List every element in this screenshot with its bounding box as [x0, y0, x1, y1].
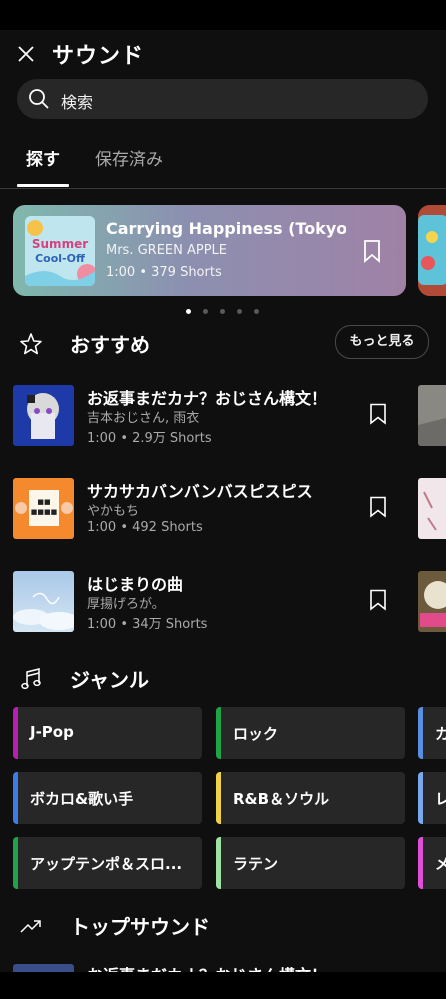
- genre-chip[interactable]: ラテン: [216, 837, 405, 889]
- tab-indicator: [17, 184, 69, 187]
- carousel-indicator: [186, 309, 266, 317]
- featured-artwork-image: Summer Cool-Off: [25, 216, 95, 286]
- genre-color-bar: [418, 837, 423, 889]
- genre-label: カ: [435, 725, 446, 743]
- genre-label: J-Pop: [30, 723, 74, 741]
- genre-color-bar: [418, 772, 423, 824]
- recommended-section-header: おすすめ もっと見る: [0, 325, 446, 365]
- genre-chip[interactable]: レ: [418, 772, 446, 824]
- bookmark-icon[interactable]: [369, 403, 387, 425]
- genre-label: ボカロ&歌い手: [30, 790, 134, 808]
- genre-chip[interactable]: メ: [418, 837, 446, 889]
- list-item[interactable]: ■■ ■■■■ サカサカバンバンバスピスピス やかもち 1:00 • 492 S…: [0, 478, 446, 544]
- star-icon: [20, 333, 42, 355]
- genre-color-bar: [13, 772, 18, 824]
- tab-bar: 探す 保存済み: [0, 140, 446, 189]
- sound-artist: やかもち: [87, 504, 140, 519]
- music-note-icon: [21, 668, 41, 690]
- carousel-dot: [254, 309, 259, 314]
- search-placeholder: 検索: [61, 93, 94, 112]
- carousel-dot: [237, 309, 242, 314]
- genre-label: ラテン: [233, 855, 279, 873]
- sound-title: サカサカバンバンバスピスピス: [87, 482, 313, 501]
- list-item[interactable]: お返事まだカナ？おじさん構文！ 吉本おじさん, 雨衣 1:00 • 2.9万 S…: [0, 385, 446, 451]
- bookmark-icon[interactable]: [361, 239, 383, 263]
- genre-chip[interactable]: ロック: [216, 707, 405, 759]
- top-sounds-section-header: トップサウンド: [0, 907, 446, 947]
- sound-thumbnail: [13, 964, 74, 972]
- carousel-dot-active: [186, 309, 191, 314]
- featured-artwork-next: [418, 205, 446, 296]
- sound-thumbnail: [13, 571, 74, 632]
- genre-color-bar: [418, 707, 423, 759]
- tab-explore[interactable]: 探す: [26, 145, 60, 170]
- sound-thumbnail: ■■ ■■■■: [13, 478, 74, 539]
- featured-artist: Mrs. GREEN APPLE: [106, 243, 228, 258]
- featured-title: Carrying Happiness (Tokyo Disn...: [106, 219, 346, 238]
- genre-color-bar: [216, 772, 221, 824]
- page-title: サウンド: [52, 44, 145, 69]
- close-icon[interactable]: [12, 40, 40, 68]
- sound-title: お返事まだカナ？おじさん構文！: [87, 389, 328, 408]
- genre-chip[interactable]: アップテンポ＆スロ...: [13, 837, 202, 889]
- tab-saved[interactable]: 保存済み: [95, 145, 163, 170]
- sound-meta: 1:00 • 2.9万 Shorts: [87, 431, 212, 446]
- genre-color-bar: [216, 837, 221, 889]
- genre-chip[interactable]: R&B＆ソウル: [216, 772, 405, 824]
- featured-artwork: Summer Cool-Off: [25, 216, 95, 286]
- genre-section-header: ジャンル: [0, 660, 446, 700]
- genre-label: レ: [435, 790, 446, 808]
- genre-chip[interactable]: ボカロ&歌い手: [13, 772, 202, 824]
- genre-color-bar: [13, 837, 18, 889]
- bookmark-icon[interactable]: [369, 496, 387, 518]
- search-icon: [29, 89, 49, 109]
- genre-title: ジャンル: [70, 668, 149, 692]
- genre-chip[interactable]: カ: [418, 707, 446, 759]
- genre-label: R&B＆ソウル: [233, 790, 330, 808]
- sound-thumbnail: [13, 385, 74, 446]
- sound-title[interactable]: お返事まだカナ？おじさん構文！: [87, 962, 327, 972]
- sound-artist: 吉本おじさん, 雨衣: [87, 411, 200, 426]
- genre-label: ロック: [233, 725, 279, 743]
- trending-icon: [20, 920, 41, 933]
- sound-thumbnail-next: [418, 478, 446, 539]
- sound-meta: 1:00 • 492 Shorts: [87, 520, 203, 535]
- genre-chip[interactable]: J-Pop: [13, 707, 202, 759]
- search-input[interactable]: 検索: [17, 79, 428, 119]
- carousel-dot: [203, 309, 208, 314]
- svg-text:■■■■: ■■■■: [31, 508, 57, 516]
- sound-thumbnail-next: [418, 571, 446, 632]
- top-sounds-title: トップサウンド: [70, 915, 210, 939]
- genre-label: メ: [435, 855, 446, 873]
- sound-title: はじまりの曲: [87, 575, 184, 594]
- sound-artist: 厚揚げろが。: [87, 597, 165, 612]
- sound-thumbnail-next: [418, 385, 446, 446]
- carousel-dot: [220, 309, 225, 314]
- featured-sound-card[interactable]: Summer Cool-Off Carrying Happiness (Toky…: [13, 205, 406, 296]
- sound-picker-screen: サウンド 検索 探す 保存済み Summer Cool-Off Carrying…: [0, 30, 446, 972]
- genre-color-bar: [216, 707, 221, 759]
- featured-sound-card-next[interactable]: [418, 205, 446, 296]
- header: サウンド: [0, 30, 446, 80]
- see-more-button[interactable]: もっと見る: [335, 325, 429, 359]
- list-item[interactable]: はじまりの曲 厚揚げろが。 1:00 • 34万 Shorts: [0, 571, 446, 637]
- featured-meta: 1:00 • 379 Shorts: [106, 265, 222, 280]
- genre-label: アップテンポ＆スロ...: [30, 855, 183, 873]
- genre-color-bar: [13, 707, 18, 759]
- bookmark-icon[interactable]: [369, 589, 387, 611]
- recommended-title: おすすめ: [70, 333, 150, 357]
- sound-meta: 1:00 • 34万 Shorts: [87, 617, 208, 632]
- svg-text:■■: ■■: [37, 498, 50, 506]
- svg-text:Summer: Summer: [32, 237, 88, 251]
- svg-text:Cool-Off: Cool-Off: [35, 252, 85, 265]
